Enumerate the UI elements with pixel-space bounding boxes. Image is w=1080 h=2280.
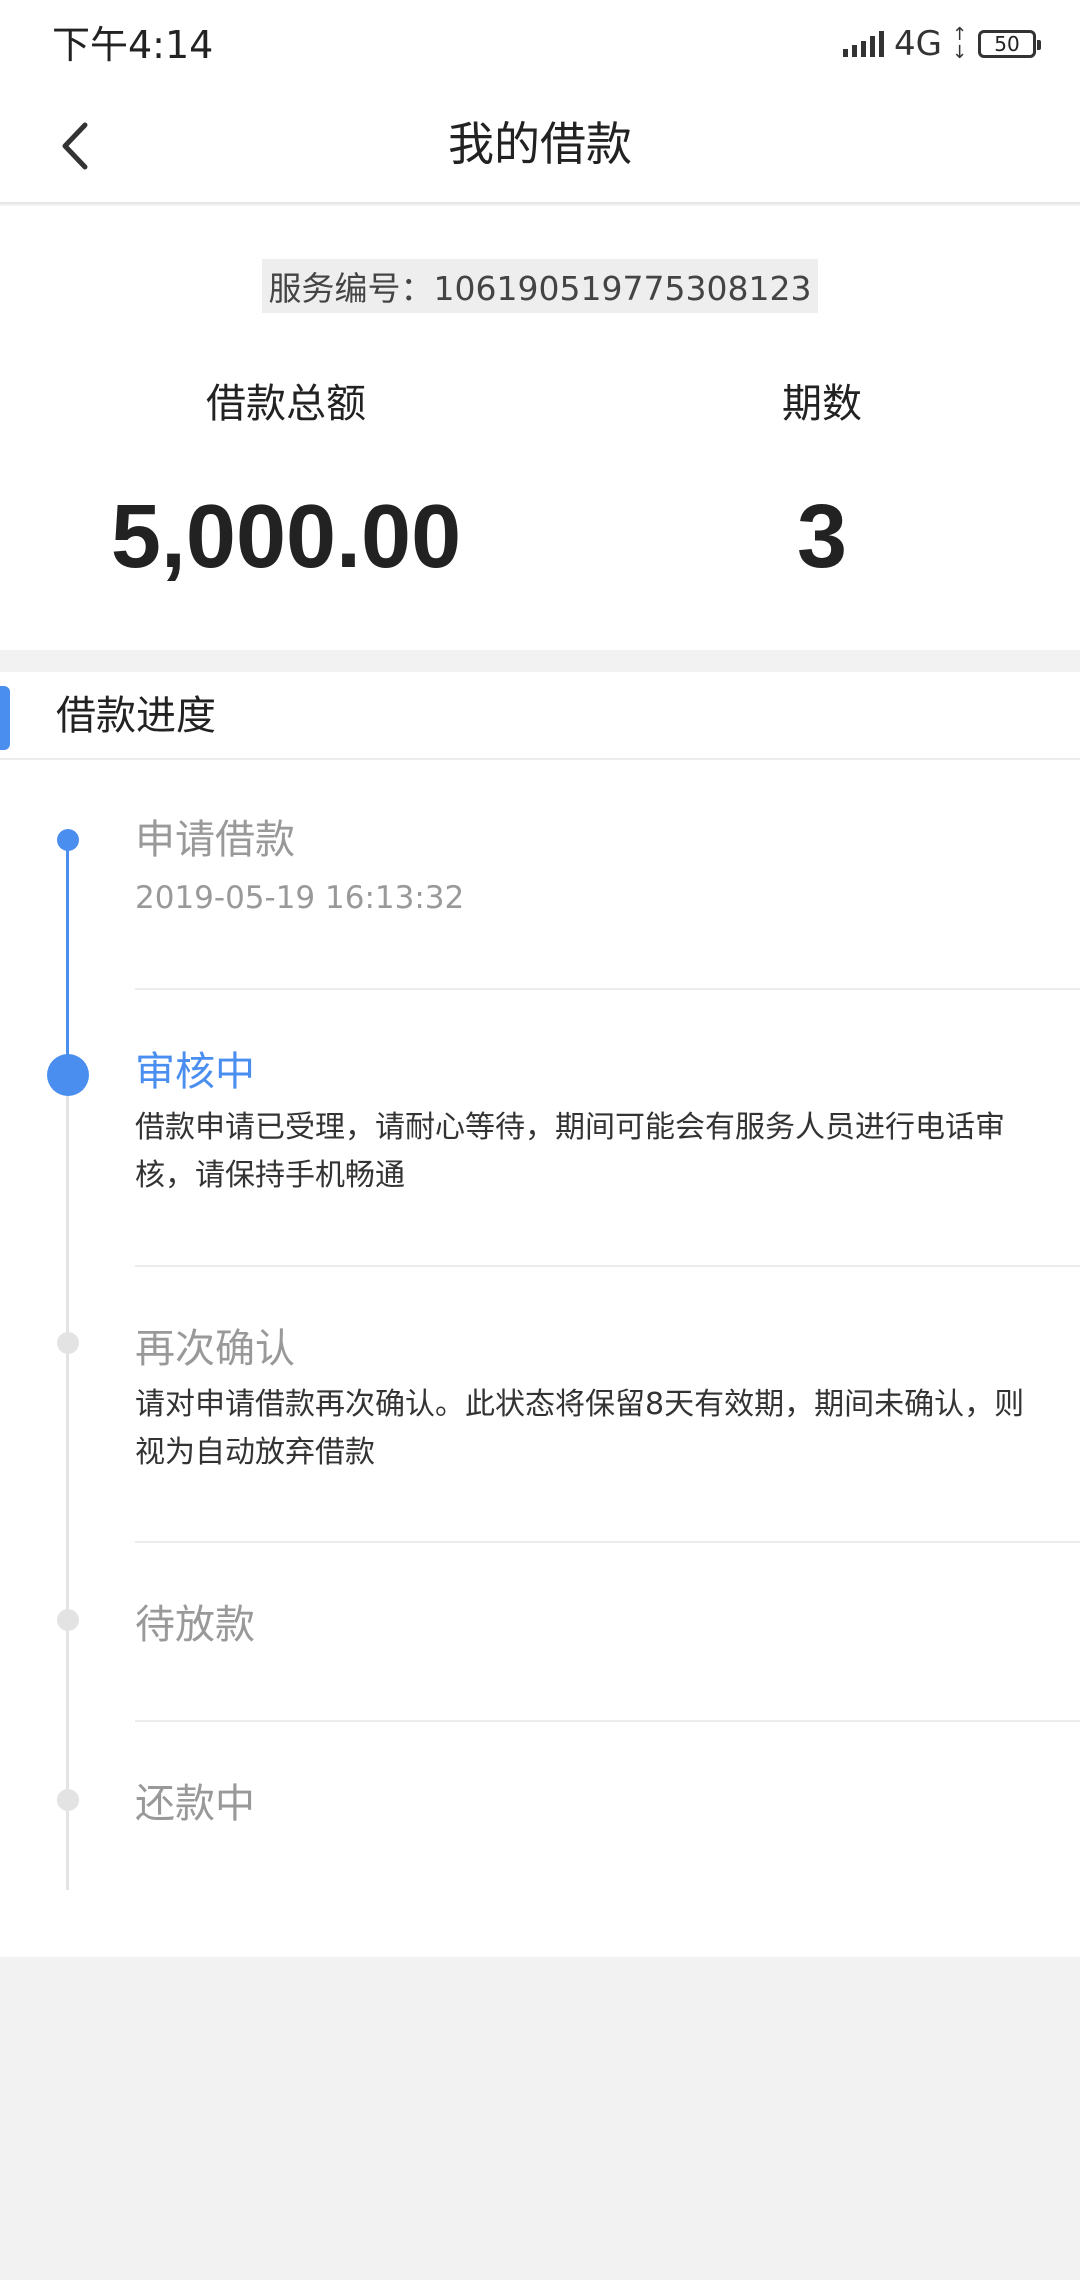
page-title: 我的借款 xyxy=(448,117,632,171)
service-number: 服务编号：106190519775308123 xyxy=(262,259,818,313)
loan-amount-value: 5,000.00 xyxy=(110,487,462,587)
loan-amount-label: 借款总额 xyxy=(206,381,366,427)
timeline-dot-current xyxy=(47,1054,89,1096)
timeline-step-repaying: 还款中 xyxy=(135,1776,1050,1832)
step-title: 再次确认 xyxy=(135,1326,295,1372)
timeline-dot-pending xyxy=(57,1609,79,1631)
step-title: 还款中 xyxy=(135,1781,255,1827)
timeline-line-active xyxy=(66,838,69,1070)
step-description: 借款申请已受理，请耐心等待，期间可能会有服务人员进行电话审核，请保持手机畅通 xyxy=(135,1110,1005,1193)
loan-progress: 借款进度 申请借款 2019-05-19 16:13:32 审核中 借款申请已受… xyxy=(0,672,1080,1957)
battery-level: 50 xyxy=(994,32,1020,56)
periods-stat: 期数 3 xyxy=(700,376,944,592)
periods-value: 3 xyxy=(796,487,848,587)
battery-icon: 50 xyxy=(978,30,1041,58)
loan-amount-stat: 借款总额 5,000.00 xyxy=(90,376,482,592)
data-transfer-icon: ↑ ↓ xyxy=(952,24,968,63)
network-type: 4G xyxy=(894,24,942,64)
timeline-step-review: 审核中 借款申请已受理，请耐心等待，期间可能会有服务人员进行电话审核，请保持手机… xyxy=(135,1044,1050,1200)
step-title: 待放款 xyxy=(135,1602,255,1648)
timeline-dot-pending xyxy=(57,1332,79,1354)
step-title: 申请借款 xyxy=(135,817,295,863)
periods-label: 期数 xyxy=(782,381,862,427)
progress-header: 借款进度 xyxy=(0,672,1080,760)
status-bar: 下午4:14 4G ↑ ↓ 50 xyxy=(0,0,1080,90)
status-time: 下午4:14 xyxy=(52,23,214,67)
step-description: 请对申请借款再次确认。此状态将保留8天有效期，期间未确认，则视为自动放弃借款 xyxy=(135,1387,1025,1470)
status-indicators: 4G ↑ ↓ 50 xyxy=(843,24,1041,64)
section-accent-bar xyxy=(0,686,10,750)
loan-summary: 服务编号：106190519775308123 借款总额 5,000.00 期数… xyxy=(0,206,1080,650)
step-timestamp: 2019-05-19 16:13:32 xyxy=(135,880,465,916)
step-divider xyxy=(135,1720,1080,1722)
nav-bar: 我的借款 xyxy=(0,90,1080,204)
step-divider xyxy=(135,988,1080,990)
timeline-dot-done xyxy=(57,829,79,851)
timeline-line-inactive xyxy=(66,1070,69,1890)
timeline-step-apply: 申请借款 2019-05-19 16:13:32 xyxy=(135,812,1050,920)
progress-title: 借款进度 xyxy=(56,693,216,739)
timeline-step-reconfirm: 再次确认 请对申请借款再次确认。此状态将保留8天有效期，期间未确认，则视为自动放… xyxy=(135,1321,1050,1477)
step-divider xyxy=(135,1541,1080,1543)
signal-icon xyxy=(843,31,885,57)
timeline-dot-pending xyxy=(57,1789,79,1811)
step-divider xyxy=(135,1265,1080,1267)
timeline-step-pending-disbursement: 待放款 xyxy=(135,1597,1050,1653)
step-title: 审核中 xyxy=(135,1049,255,1095)
